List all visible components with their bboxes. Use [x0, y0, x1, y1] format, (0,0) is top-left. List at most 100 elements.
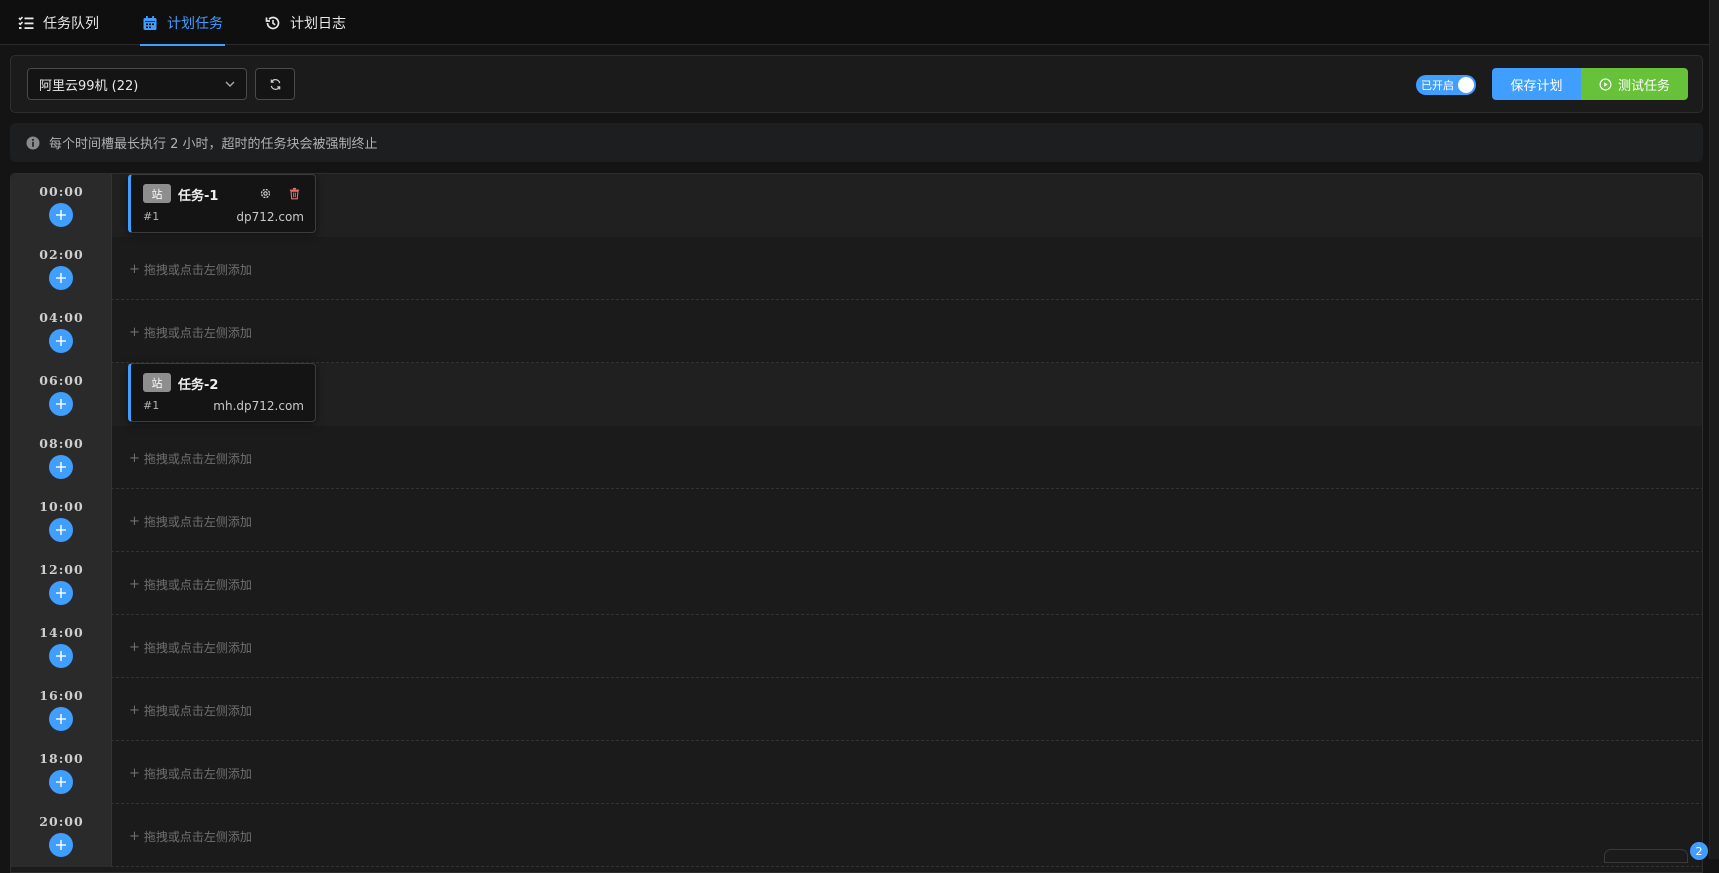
slot-drop-area[interactable] — [112, 489, 1702, 552]
schedule-grid: 00:00 站任务-1 #1 dp712.com 02:00 + 拖拽或点击左侧添加 04:0… — [10, 173, 1703, 873]
tab-scheduled-tasks[interactable]: 计划任务 — [140, 0, 225, 46]
notification-count-badge[interactable]: 2 — [1690, 842, 1708, 860]
add-task-button[interactable] — [49, 707, 73, 731]
slot-drop-area[interactable] — [112, 363, 1702, 426]
switch-label: 已开启 — [1421, 79, 1454, 92]
floating-panel-tab[interactable] — [1604, 849, 1688, 863]
slot-time-label: 16:00 — [39, 688, 84, 703]
slot-placeholder[interactable]: + 拖拽或点击左侧添加 — [129, 576, 252, 593]
slot-time-cell: 04:00 — [11, 300, 112, 363]
play-circle-icon — [1599, 78, 1612, 90]
vertical-scrollbar[interactable] — [1709, 0, 1719, 859]
slot-time-cell: 16:00 — [11, 678, 112, 741]
add-task-button[interactable] — [49, 770, 73, 794]
slot-time-label: 06:00 — [39, 373, 84, 388]
task-type-badge: 站 — [143, 373, 171, 392]
plus-icon — [56, 588, 66, 598]
top-tab-bar: 任务队列 计划任务 计划日志 — [0, 0, 1719, 46]
slot-drop-area[interactable] — [112, 237, 1702, 300]
slot-placeholder[interactable]: + 拖拽或点击左侧添加 — [129, 828, 252, 845]
slot-time-label: 02:00 — [39, 247, 84, 262]
calendar-icon — [143, 15, 157, 30]
save-plan-button[interactable]: 保存计划 — [1492, 68, 1581, 100]
time-slot-row: 08:00 + 拖拽或点击左侧添加 — [11, 426, 1702, 489]
add-task-button[interactable] — [49, 581, 73, 605]
plus-icon — [56, 462, 66, 472]
slot-drop-area[interactable] — [112, 300, 1702, 363]
schedule-toolbar: 阿里云99机 (22) 已开启 保存计划 测试任务 — [10, 55, 1703, 113]
plus-icon — [56, 714, 66, 724]
slot-time-cell: 12:00 — [11, 552, 112, 615]
slot-time-label: 20:00 — [39, 814, 84, 829]
placeholder-text: 拖拽或点击左侧添加 — [143, 641, 252, 655]
tab-task-queue[interactable]: 任务队列 — [18, 0, 99, 45]
add-task-button[interactable] — [49, 833, 73, 857]
time-slot-row: 00:00 站任务-1 #1 dp712.com — [11, 174, 1702, 237]
slot-placeholder[interactable]: + 拖拽或点击左侧添加 — [129, 450, 252, 467]
task-type-badge: 站 — [143, 184, 171, 203]
list-check-icon — [18, 15, 34, 29]
slot-time-cell: 20:00 — [11, 804, 112, 867]
slot-placeholder[interactable]: + 拖拽或点击左侧添加 — [129, 702, 252, 719]
add-task-button[interactable] — [49, 518, 73, 542]
slot-placeholder[interactable]: + 拖拽或点击左侧添加 — [129, 324, 252, 341]
slot-time-cell: 08:00 — [11, 426, 112, 489]
time-slot-row: 12:00 + 拖拽或点击左侧添加 — [11, 552, 1702, 615]
slot-placeholder[interactable]: + 拖拽或点击左侧添加 — [129, 261, 252, 278]
slot-drop-area[interactable] — [112, 615, 1702, 678]
gear-icon[interactable] — [259, 187, 272, 200]
slot-drop-area[interactable] — [112, 552, 1702, 615]
slot-placeholder[interactable]: + 拖拽或点击左侧添加 — [129, 765, 252, 782]
task-card[interactable]: 站任务-2 #1 mh.dp712.com — [128, 363, 316, 422]
slot-drop-area[interactable] — [112, 678, 1702, 741]
time-slot-row: 02:00 + 拖拽或点击左侧添加 — [11, 237, 1702, 300]
save-plan-label: 保存计划 — [1510, 78, 1563, 94]
plus-icon: + — [129, 325, 140, 340]
plus-icon — [56, 777, 66, 787]
info-text: 每个时间槽最长执行 2 小时，超时的任务块会被强制终止 — [49, 137, 378, 152]
add-task-button[interactable] — [49, 203, 73, 227]
placeholder-text: 拖拽或点击左侧添加 — [143, 515, 252, 529]
time-slot-row: 16:00 + 拖拽或点击左侧添加 — [11, 678, 1702, 741]
history-icon — [265, 16, 280, 29]
placeholder-text: 拖拽或点击左侧添加 — [143, 830, 252, 844]
plus-icon — [56, 399, 66, 409]
task-card[interactable]: 站任务-1 #1 dp712.com — [128, 174, 316, 233]
slot-drop-area[interactable] — [112, 174, 1702, 237]
add-task-button[interactable] — [49, 329, 73, 353]
task-index: #1 — [143, 210, 160, 223]
slot-time-cell: 00:00 — [11, 174, 112, 237]
slot-placeholder[interactable]: + 拖拽或点击左侧添加 — [129, 639, 252, 656]
refresh-button[interactable] — [255, 68, 295, 100]
info-icon — [26, 136, 40, 149]
slot-placeholder[interactable]: + 拖拽或点击左侧添加 — [129, 513, 252, 530]
task-name: 任务-2 — [178, 378, 219, 393]
tab-label: 任务队列 — [43, 15, 99, 32]
add-task-button[interactable] — [49, 392, 73, 416]
switch-knob — [1458, 77, 1474, 93]
slot-drop-area[interactable] — [112, 741, 1702, 804]
slot-time-cell: 10:00 — [11, 489, 112, 552]
slot-time-label: 10:00 — [39, 499, 84, 514]
plan-enabled-switch[interactable]: 已开启 — [1416, 75, 1476, 95]
time-slot-row: 06:00 站任务-2 #1 mh.dp712.com — [11, 363, 1702, 426]
plus-icon: + — [129, 703, 140, 718]
add-task-button[interactable] — [49, 644, 73, 668]
add-task-button[interactable] — [49, 455, 73, 479]
server-select-value: 阿里云99机 (22) — [39, 78, 139, 94]
time-slot-row: 10:00 + 拖拽或点击左侧添加 — [11, 489, 1702, 552]
slot-time-label: 04:00 — [39, 310, 84, 325]
add-task-button[interactable] — [49, 266, 73, 290]
task-index: #1 — [143, 399, 160, 412]
plus-icon: + — [129, 514, 140, 529]
slot-time-cell: 18:00 — [11, 741, 112, 804]
refresh-icon — [270, 78, 280, 90]
test-task-button[interactable]: 测试任务 — [1581, 68, 1688, 100]
placeholder-text: 拖拽或点击左侧添加 — [143, 704, 252, 718]
trash-icon[interactable] — [288, 187, 301, 200]
server-select[interactable]: 阿里云99机 (22) — [27, 68, 247, 100]
tab-schedule-log[interactable]: 计划日志 — [265, 0, 346, 45]
slot-time-label: 08:00 — [39, 436, 84, 451]
slot-drop-area[interactable] — [112, 426, 1702, 489]
slot-drop-area[interactable] — [112, 804, 1702, 867]
